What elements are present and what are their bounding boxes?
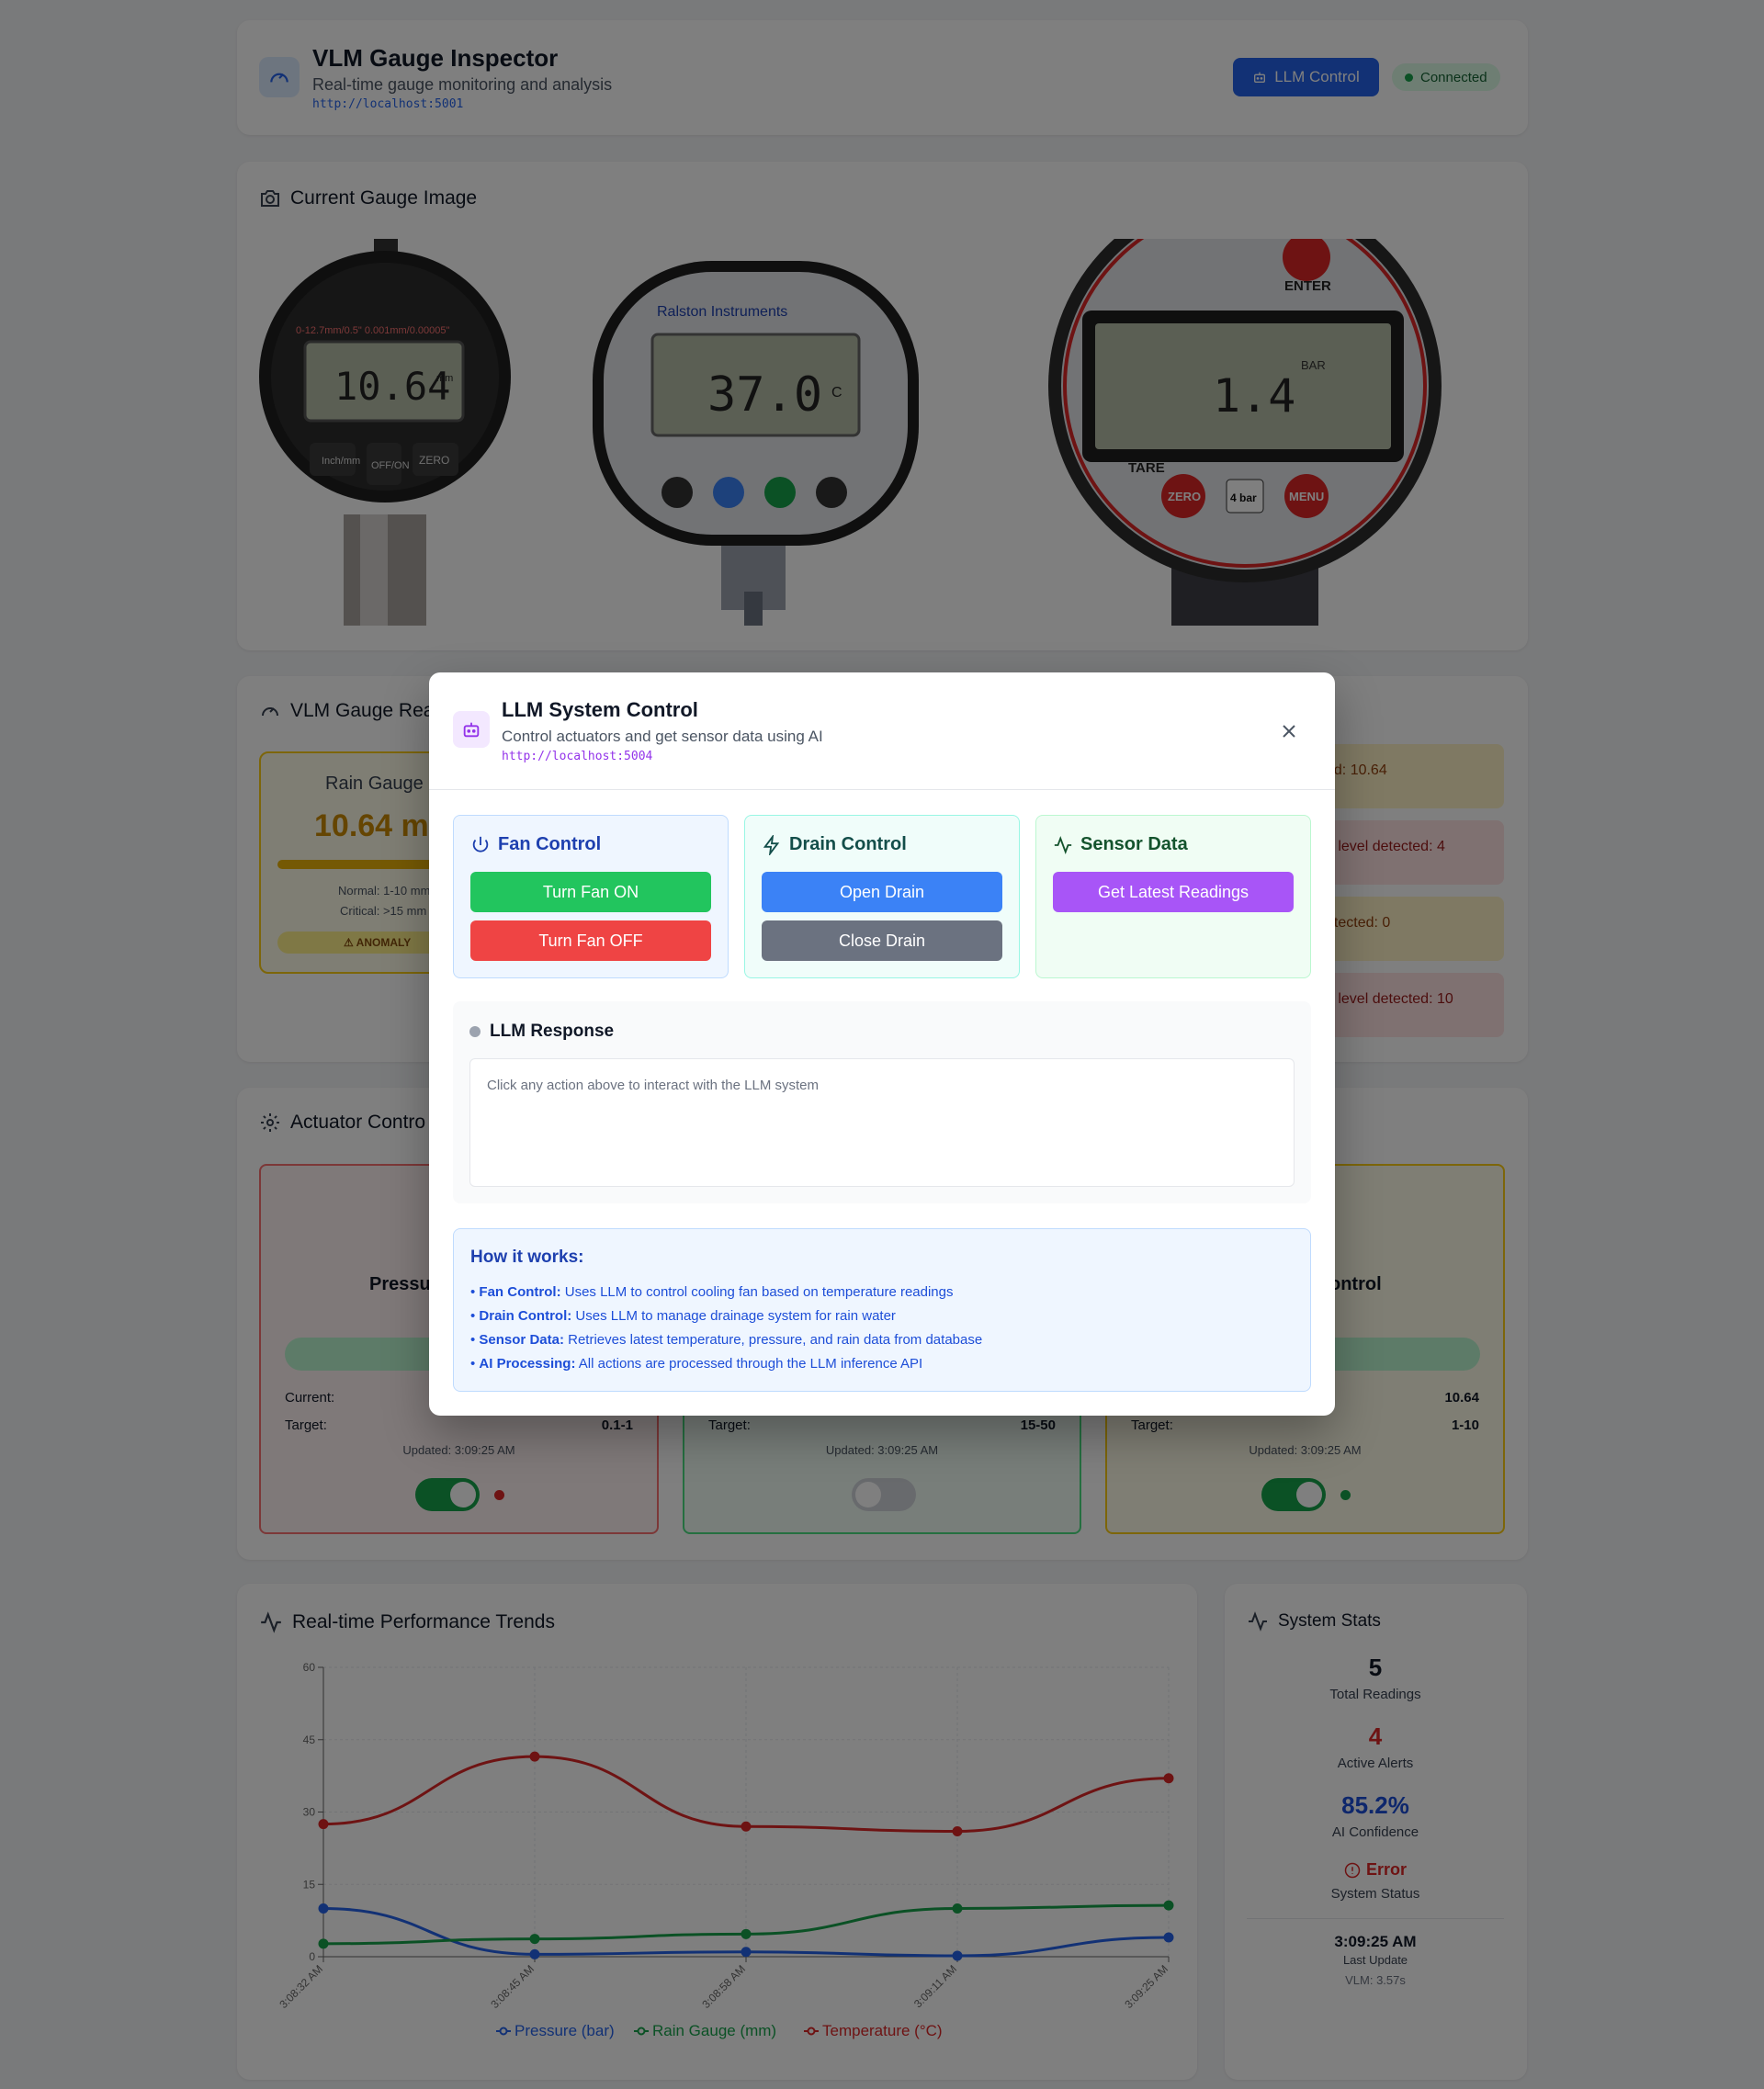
how-item-sensor: • Sensor Data: Retrieves latest temperat… [470, 1332, 983, 1348]
how-item-drain: • Drain Control: Uses LLM to manage drai… [470, 1308, 896, 1324]
fan-control-title: Fan Control [470, 834, 601, 855]
modal-subtitle: Control actuators and get sensor data us… [502, 728, 823, 745]
drain-control-title: Drain Control [762, 834, 907, 855]
bolt-icon [763, 834, 780, 855]
modal-url[interactable]: http://localhost:5004 [502, 750, 652, 763]
get-readings-button[interactable]: Get Latest Readings [1053, 872, 1294, 912]
power-icon [472, 836, 489, 853]
fan-off-button[interactable]: Turn Fan OFF [470, 920, 711, 961]
llm-response-placeholder: Click any action above to interact with … [487, 1078, 819, 1093]
close-icon[interactable] [1278, 720, 1300, 742]
open-drain-button[interactable]: Open Drain [762, 872, 1002, 912]
llm-response-output[interactable]: Click any action above to interact with … [469, 1058, 1295, 1187]
how-it-works-title: How it works: [470, 1248, 584, 1267]
drain-control-panel: Drain Control Open Drain Close Drain [744, 815, 1020, 978]
modal-title: LLM System Control [502, 698, 698, 721]
activity-icon [1054, 835, 1072, 854]
response-status-dot [469, 1026, 481, 1037]
how-item-ai: • AI Processing: All actions are process… [470, 1356, 923, 1372]
fan-on-button[interactable]: Turn Fan ON [470, 872, 711, 912]
sensor-data-title: Sensor Data [1053, 834, 1188, 855]
how-it-works-panel: How it works: • Fan Control: Uses LLM to… [453, 1228, 1311, 1392]
llm-response-title: LLM Response [469, 1022, 614, 1042]
sensor-data-panel: Sensor Data Get Latest Readings [1035, 815, 1311, 978]
robot-icon [463, 722, 480, 738]
llm-control-modal: LLM System Control Control actuators and… [429, 672, 1335, 1416]
modal-header-divider [429, 789, 1335, 790]
llm-response-panel: LLM Response Click any action above to i… [453, 1001, 1311, 1203]
how-item-fan: • Fan Control: Uses LLM to control cooli… [470, 1284, 954, 1300]
close-drain-button[interactable]: Close Drain [762, 920, 1002, 961]
modal-robot-icon [453, 711, 490, 748]
fan-control-panel: Fan Control Turn Fan ON Turn Fan OFF [453, 815, 729, 978]
